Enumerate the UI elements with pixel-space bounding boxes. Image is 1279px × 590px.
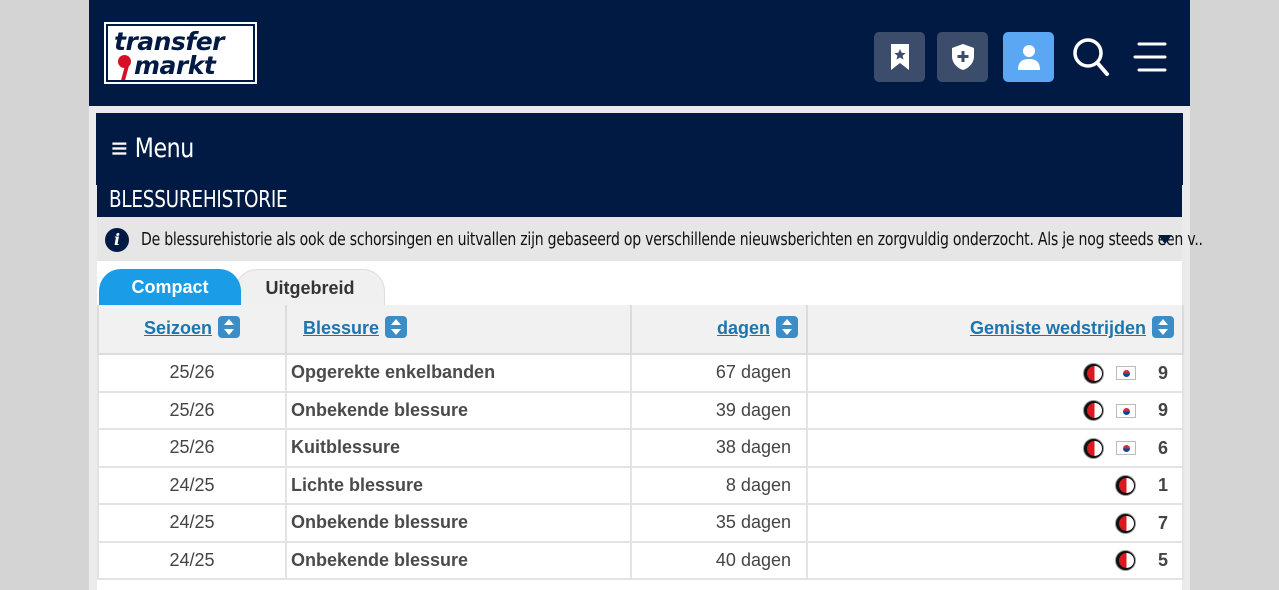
section-title: BLESSUREHISTORIE	[97, 185, 1182, 217]
table-row[interactable]: 24/25 Lichte blessure 8 dagen 1	[97, 465, 1184, 505]
missed-games-count: 1	[1157, 475, 1168, 496]
injury-cell: Onbekende blessure	[285, 390, 632, 430]
watchlist-button[interactable]	[874, 32, 925, 82]
tab-compact[interactable]: Compact	[99, 269, 241, 305]
column-header-days[interactable]: dagen	[630, 305, 808, 355]
injury-history-box: BLESSUREHISTORIE i De blessurehistorie a…	[97, 185, 1203, 590]
injury-cell: Onbekende blessure	[285, 540, 632, 580]
missed-games-cell: 7	[806, 503, 1184, 543]
bookmark-star-icon	[890, 44, 909, 70]
profile-button[interactable]	[1003, 32, 1054, 82]
info-notice-text: De blessurehistorie als ook de schorsing…	[141, 229, 1203, 250]
column-header-injury[interactable]: Blessure	[285, 305, 632, 355]
shield-plus-icon	[951, 44, 974, 70]
days-cell: 39 dagen	[630, 390, 808, 430]
missed-games-count: 9	[1157, 362, 1168, 383]
info-notice[interactable]: i De blessurehistorie als ook de schorsi…	[97, 217, 1203, 261]
table-body: 25/26 Opgerekte enkelbanden 67 dagen 9 25/26…	[97, 353, 1184, 580]
season-cell: 24/25	[97, 465, 287, 505]
injury-cell: Kuitblessure	[285, 428, 632, 468]
sort-icon[interactable]	[218, 316, 241, 339]
view-tabs: Uitgebreid Compact	[97, 261, 1182, 305]
club-crest-icon[interactable]	[1115, 475, 1136, 497]
missed-games-count: 7	[1157, 512, 1168, 533]
days-cell: 8 dagen	[630, 465, 808, 505]
table-row[interactable]: 25/26 Kuitblessure 38 dagen 6	[97, 428, 1184, 468]
missed-games-cell: 6	[806, 428, 1184, 468]
club-crest-icon[interactable]	[1083, 362, 1104, 384]
season-cell: 25/26	[97, 353, 287, 393]
table-row[interactable]: 24/25 Onbekende blessure 40 dagen 5	[97, 540, 1184, 580]
club-crest-icon[interactable]	[1083, 437, 1104, 459]
top-header: transfer markt	[89, 0, 1190, 106]
season-cell: 24/25	[97, 503, 287, 543]
club-crest-icon[interactable]	[1115, 550, 1136, 572]
missed-games-cell: 5	[806, 540, 1184, 580]
search-button[interactable]	[1071, 36, 1111, 78]
injury-cell: Lichte blessure	[285, 465, 632, 505]
sort-icon[interactable]	[385, 316, 408, 339]
expand-chevron-icon[interactable]	[1158, 235, 1172, 244]
column-header-missed-games[interactable]: Gemiste wedstrijden	[806, 305, 1184, 355]
missed-games-count: 9	[1157, 400, 1168, 421]
korea-flag-icon[interactable]	[1116, 403, 1136, 418]
tab-uitgebreid[interactable]: Uitgebreid	[235, 269, 385, 305]
days-cell: 40 dagen	[630, 540, 808, 580]
missed-games-cell: 1	[806, 465, 1184, 505]
sort-icon[interactable]	[1152, 316, 1174, 339]
transfermarkt-logo[interactable]: transfer markt	[104, 22, 257, 84]
season-cell: 24/25	[97, 540, 287, 580]
table-row[interactable]: 24/25 Onbekende blessure 35 dagen 7	[97, 503, 1184, 543]
injury-cell: Opgerekte enkelbanden	[285, 353, 632, 393]
user-icon	[1017, 45, 1040, 70]
days-cell: 67 dagen	[630, 353, 808, 393]
club-crest-icon[interactable]	[1115, 512, 1136, 534]
days-cell: 38 dagen	[630, 428, 808, 468]
club-crest-icon[interactable]	[1083, 400, 1104, 422]
korea-flag-icon[interactable]	[1116, 441, 1136, 456]
info-icon: i	[105, 228, 129, 252]
my-club-button[interactable]	[937, 32, 988, 82]
injury-cell: Onbekende blessure	[285, 503, 632, 543]
player-menu-bar[interactable]: ≡ Menu	[96, 113, 1183, 185]
table-header-row: Seizoen Blessure dagen Gemiste wedstrijd…	[97, 305, 1184, 355]
season-cell: 25/26	[97, 390, 287, 430]
missed-games-count: 5	[1157, 550, 1168, 571]
korea-flag-icon[interactable]	[1116, 366, 1136, 381]
hamburger-menu-icon	[1133, 42, 1167, 72]
page: transfer markt ≡ Menu BLESSUREHISTORIE i…	[89, 0, 1203, 590]
search-icon	[1073, 38, 1109, 76]
season-cell: 25/26	[97, 428, 287, 468]
logo-text-line2: markt	[134, 51, 216, 80]
menu-toggle-label[interactable]: ≡ Menu	[110, 133, 194, 164]
sort-icon[interactable]	[776, 316, 798, 339]
injury-table: Seizoen Blessure dagen Gemiste wedstrijd…	[97, 305, 1184, 580]
main-menu-button[interactable]	[1130, 36, 1170, 78]
missed-games-cell: 9	[806, 353, 1184, 393]
table-row[interactable]: 25/26 Onbekende blessure 39 dagen 9	[97, 390, 1184, 430]
days-cell: 35 dagen	[630, 503, 808, 543]
missed-games-cell: 9	[806, 390, 1184, 430]
column-header-season[interactable]: Seizoen	[97, 305, 287, 355]
table-row[interactable]: 25/26 Opgerekte enkelbanden 67 dagen 9	[97, 353, 1184, 393]
missed-games-count: 6	[1157, 437, 1168, 458]
